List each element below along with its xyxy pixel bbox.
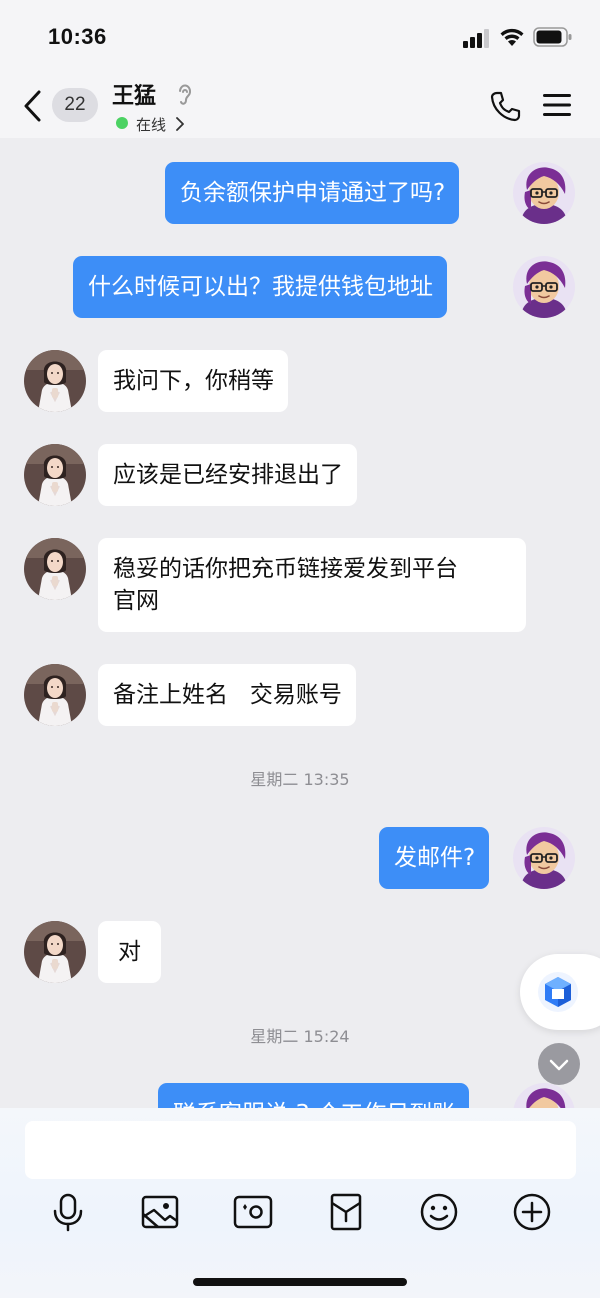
unread-count-badge[interactable]: 22 [52,88,98,122]
incoming-message-bubble[interactable]: 我问下，你稍等 [98,350,288,412]
incoming-message-bubble[interactable]: 稳妥的话你把充币链接爱发到平台 官网 [98,538,526,632]
wifi-icon [500,28,524,46]
contact-avatar[interactable] [24,350,86,412]
contact-avatar[interactable] [24,921,86,983]
chevron-down-icon [549,1059,569,1071]
emoji-icon[interactable] [417,1190,461,1234]
message-line: 官网 [113,588,159,614]
home-indicator[interactable] [193,1278,407,1286]
online-status-dot [116,117,128,129]
chevron-right-icon[interactable] [175,116,185,132]
floating-app-button[interactable] [520,954,600,1030]
message-line: 稳妥的话你把充币链接爱发到平台 [113,556,458,582]
red-packet-icon[interactable] [324,1190,368,1234]
incoming-message-bubble[interactable]: 应该是已经安排退出了 [98,444,357,506]
image-icon[interactable] [138,1190,182,1234]
camera-icon[interactable] [231,1190,275,1234]
contact-name[interactable]: 王猛 [112,78,156,110]
status-bar: 10:36 [0,0,600,76]
menu-icon[interactable] [543,93,571,117]
contact-avatar[interactable] [24,444,86,506]
my-avatar[interactable] [513,256,575,318]
message-composer [0,1108,600,1298]
message-timestamp: 星期二 15:24 [250,1027,350,1046]
outgoing-message-bubble[interactable]: 负余额保护申请通过了吗? [165,162,460,224]
status-time: 10:36 [48,24,107,49]
cube-app-icon [538,972,578,1012]
battery-icon [533,27,572,47]
microphone-icon[interactable] [46,1190,90,1234]
outgoing-message-bubble[interactable]: 什么时候可以出？我提供钱包地址 [73,256,447,318]
online-status-text[interactable]: 在线 [136,114,166,135]
message-timestamp: 星期二 13:35 [250,770,350,789]
my-avatar[interactable] [513,162,575,224]
contact-avatar[interactable] [24,538,86,600]
contact-avatar[interactable] [24,664,86,726]
my-avatar[interactable] [513,827,575,889]
outgoing-message-bubble[interactable]: 发邮件? [379,827,490,889]
plus-icon[interactable] [510,1190,554,1234]
chat-header: 22 王猛 在线 [0,76,600,138]
message-input[interactable] [25,1121,576,1179]
phone-icon[interactable] [489,90,521,122]
ear-icon [179,84,191,105]
incoming-message-bubble[interactable]: 备注上姓名 交易账号 [98,664,356,726]
incoming-message-bubble[interactable]: 对 [98,921,161,983]
scroll-to-bottom-button[interactable] [538,1043,580,1085]
signal-icon [463,29,489,48]
back-chevron-icon[interactable] [20,88,44,124]
